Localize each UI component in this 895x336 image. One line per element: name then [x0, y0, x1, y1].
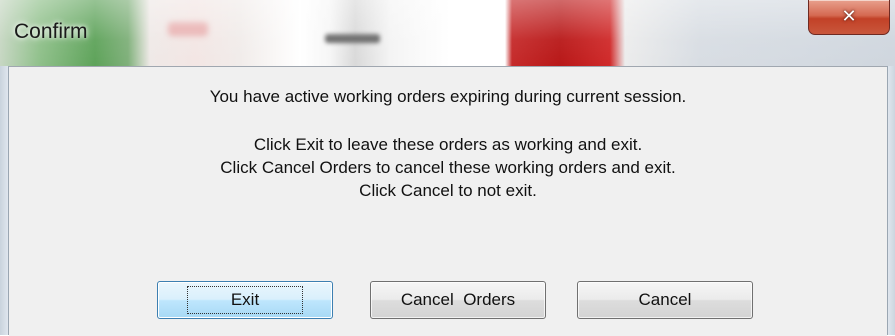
window-frame-right [887, 66, 895, 335]
message-line-3: Click Cancel Orders to cancel these work… [220, 158, 676, 177]
exit-button[interactable]: Exit [157, 281, 333, 319]
message-line-4: Click Cancel to not exit. [359, 181, 537, 200]
title-bar[interactable]: Confirm ✕ [0, 0, 895, 66]
close-icon: ✕ [841, 6, 857, 27]
window-frame-left [0, 66, 9, 335]
title-bar-glass [0, 0, 895, 66]
close-button[interactable]: ✕ [808, 0, 890, 35]
message-line-2: Click Exit to leave these orders as work… [253, 135, 643, 154]
message-line-1: You have active working orders expiring … [209, 87, 687, 106]
cancel-button[interactable]: Cancel [577, 281, 753, 319]
cancel-orders-button-label: Cancel Orders [400, 290, 516, 309]
cancel-orders-button[interactable]: Cancel Orders [370, 281, 546, 319]
cancel-button-label: Cancel [638, 290, 692, 309]
window-title: Confirm [14, 20, 88, 43]
dialog-body: You have active working orders expiring … [9, 66, 887, 336]
exit-button-label: Exit [186, 286, 304, 314]
